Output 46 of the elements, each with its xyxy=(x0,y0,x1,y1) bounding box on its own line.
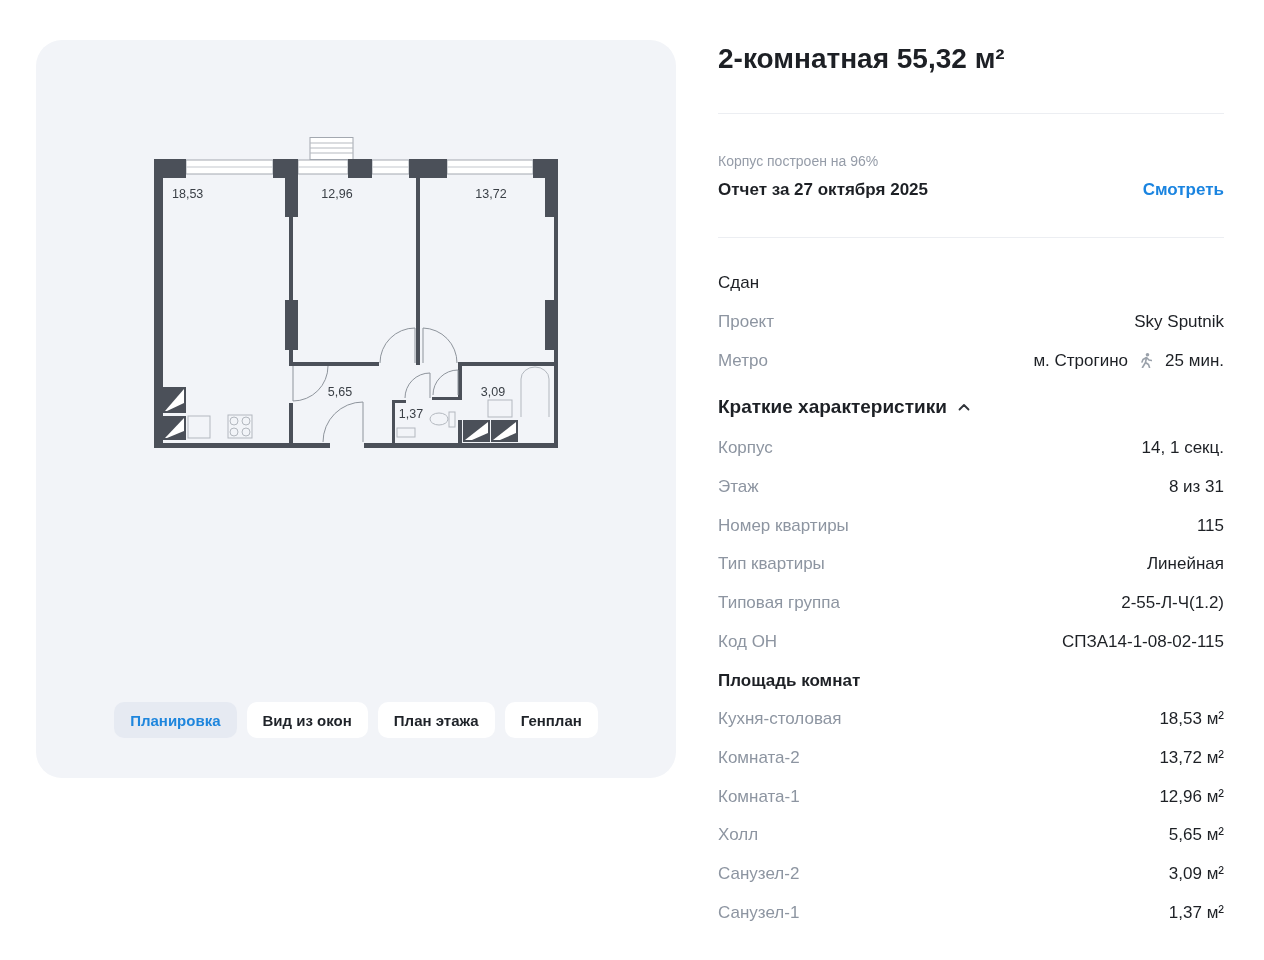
spec-label: Типовая группа xyxy=(718,593,840,614)
section-heading: Площадь комнат xyxy=(718,670,861,691)
spec-value: Линейная xyxy=(1146,554,1224,575)
room-label: Комната-1 xyxy=(718,786,800,807)
metro-station-text: м. Строгино xyxy=(1033,350,1129,371)
room-area-value: 13,72 м² xyxy=(1159,747,1224,768)
room-area-value: 18,53 м² xyxy=(1159,709,1224,730)
section-toggle[interactable]: Краткие характеристики xyxy=(718,395,970,418)
room-area-label: 5,65 xyxy=(327,385,353,399)
spec-value: 8 из 31 xyxy=(1168,477,1224,498)
view-tab[interactable]: План этажа xyxy=(377,702,495,738)
room-label: Комната-2 xyxy=(718,747,800,768)
room-area-value: 1,37 м² xyxy=(1168,902,1224,923)
listing-title: 2-комнатная 55,32 м² xyxy=(718,42,1006,76)
build-progress-text: Корпус построен на 96% xyxy=(718,152,880,171)
room-area-label: 12,96 xyxy=(321,187,353,201)
room-area-value: 5,65 м² xyxy=(1168,825,1224,846)
detail-label: Метро xyxy=(718,350,768,371)
walk-time-text: 25 мин. xyxy=(1165,350,1224,371)
spec-value: 115 xyxy=(1196,515,1224,536)
report-date-text: Отчет за 27 октября 2025 xyxy=(718,180,928,200)
room-area-label: 3,09 xyxy=(480,385,506,399)
room-area-label: 1,37 xyxy=(398,407,424,421)
spec-label: Этаж xyxy=(718,477,759,498)
room-label: Кухня-столовая xyxy=(718,709,842,730)
spec-value: СПЗА14-1-08-02-115 xyxy=(1061,631,1224,652)
room-area-label: 13,72 xyxy=(475,187,507,201)
spec-label: Корпус xyxy=(718,438,773,459)
room-label: Санузел-2 xyxy=(718,863,800,884)
room-area-label: 18,53 xyxy=(172,187,204,201)
walking-person-icon xyxy=(1141,353,1153,369)
room-label: Санузел-1 xyxy=(718,902,800,923)
view-tab[interactable]: Генплан xyxy=(504,702,598,738)
room-label: Холл xyxy=(718,825,759,846)
spec-label: Код ОН xyxy=(718,631,778,652)
detail-value: Sky Sputnik xyxy=(1134,312,1224,333)
spec-value: 14, 1 секц. xyxy=(1141,438,1224,459)
status-text: Сдан xyxy=(718,273,760,294)
spec-label: Номер квартиры xyxy=(718,515,849,536)
room-area-value: 12,96 м² xyxy=(1159,786,1224,807)
room-area-value: 3,09 м² xyxy=(1168,863,1224,884)
view-report-link[interactable]: Смотреть xyxy=(1142,180,1224,200)
spec-value: 2-55-Л-Ч(1.2) xyxy=(1121,593,1224,614)
detail-label: Проект xyxy=(718,312,774,333)
spec-label: Тип квартиры xyxy=(718,554,825,575)
view-tab[interactable]: Вид из окон xyxy=(246,702,368,738)
